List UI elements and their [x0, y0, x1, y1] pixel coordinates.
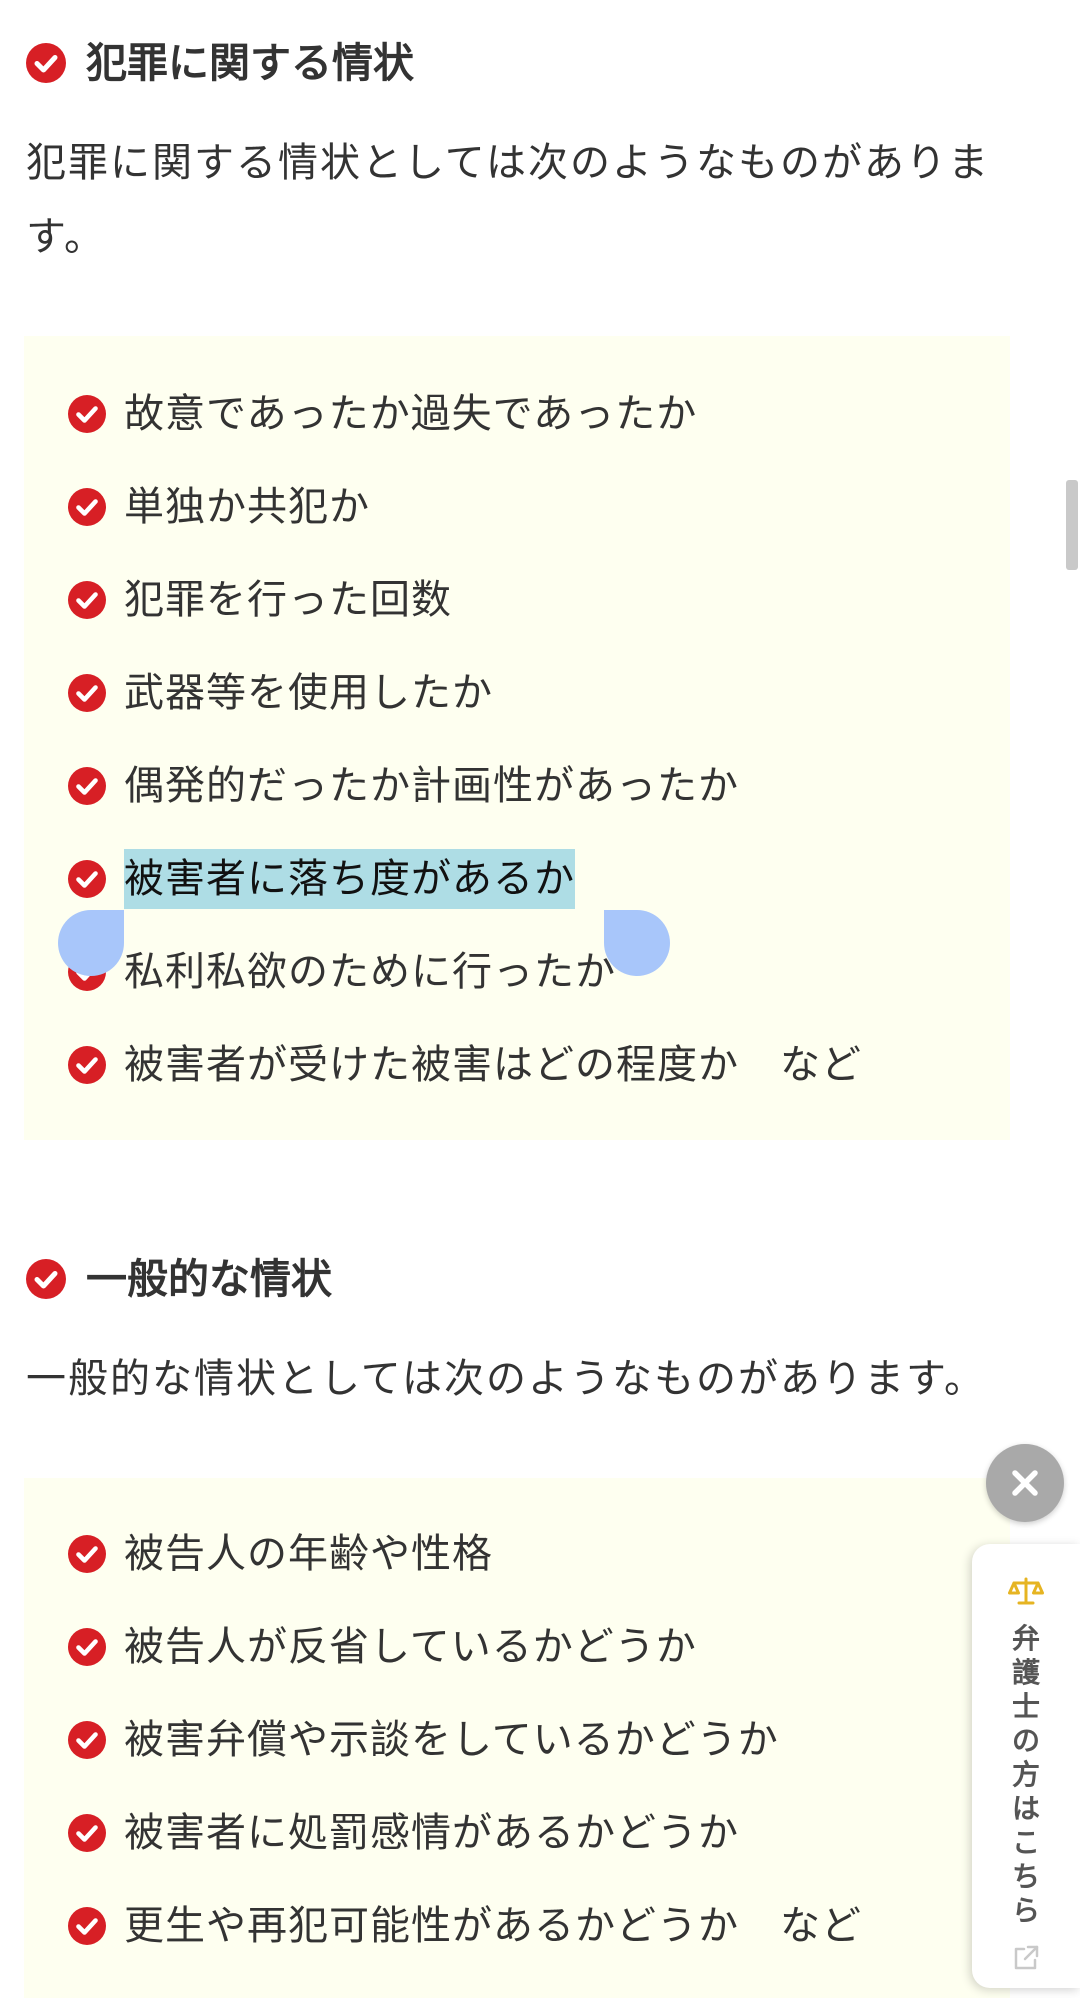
selection-start-handle[interactable] [58, 910, 124, 976]
check-circle-icon [68, 488, 106, 526]
list-item: 私利私欲のために行ったか [68, 942, 616, 1002]
check-circle-icon [68, 581, 106, 619]
list-item-label: 偶発的だったか計画性があったか [124, 763, 739, 809]
section-heading-title: 一般的な情状 [86, 1255, 332, 1303]
list-item-selected[interactable]: 被害者に落ち度があるか [68, 849, 575, 909]
section-heading-general: 一般的な情状 [26, 1254, 332, 1304]
selection-end-handle[interactable] [604, 910, 670, 976]
list-item-label: 被害者に処罰感情があるかどうか [124, 1810, 739, 1856]
check-circle-icon [68, 1046, 106, 1084]
check-circle-icon [68, 1721, 106, 1759]
list-item: 更生や再犯可能性があるかどうか など [68, 1896, 862, 1956]
check-circle-icon [68, 1814, 106, 1852]
section-intro: 一般的な情状としては次のようなものがあります。 [26, 1356, 986, 1402]
check-circle-icon [26, 1259, 66, 1299]
external-link-icon [1014, 1945, 1039, 1970]
list-item: 単独か共犯か [68, 477, 370, 537]
list-item: 被害者が受けた被害はどの程度か など [68, 1035, 862, 1095]
list-item: 犯罪を行った回数 [68, 570, 452, 630]
check-circle-icon [26, 43, 66, 83]
check-circle-icon [68, 860, 106, 898]
check-circle-icon [68, 395, 106, 433]
list-item: 偶発的だったか計画性があったか [68, 756, 739, 816]
list-item-label: 犯罪を行った回数 [124, 577, 452, 623]
list-item-label: 被告人の年齢や性格 [124, 1531, 493, 1577]
list-item: 被告人の年齢や性格 [68, 1524, 493, 1584]
scale-icon [1008, 1577, 1044, 1605]
scrollbar-thumb[interactable] [1066, 480, 1078, 570]
check-circle-icon [68, 674, 106, 712]
list-item-label: 武器等を使用したか [124, 670, 493, 716]
list-item: 故意であったか過失であったか [68, 384, 697, 444]
list-item-label: 私利私欲のために行ったか [124, 949, 616, 995]
close-icon [1012, 1470, 1038, 1496]
check-circle-icon [68, 1907, 106, 1945]
list-item-label: 被告人が反省しているかどうか [124, 1624, 697, 1670]
lawyer-side-tab[interactable]: 弁護士の方はこちら [972, 1544, 1080, 1988]
list-item-label: 被害弁償や示談をしているかどうか [124, 1717, 779, 1763]
close-button[interactable] [986, 1444, 1064, 1522]
list-item-label: 単独か共犯か [124, 484, 370, 530]
section-intro: 犯罪に関する情状としては次のようなものがあります。 [26, 140, 990, 260]
list-item-label: 更生や再犯可能性があるかどうか など [124, 1903, 862, 1949]
list-item: 被害者に処罰感情があるかどうか [68, 1803, 739, 1863]
list-item: 被害弁償や示談をしているかどうか [68, 1710, 779, 1770]
check-circle-icon [68, 1628, 106, 1666]
section-heading-crime: 犯罪に関する情状 [26, 38, 414, 88]
list-item: 武器等を使用したか [68, 663, 493, 723]
list-item: 被告人が反省しているかどうか [68, 1617, 697, 1677]
list-box-crime: 故意であったか過失であったか 単独か共犯か 犯罪を行った回数 武器等を使用したか… [24, 336, 1010, 1140]
section-heading-title: 犯罪に関する情状 [86, 39, 414, 87]
side-tab-label: 弁護士の方はこちら [1011, 1622, 1040, 1927]
list-box-general: 被告人の年齢や性格 被告人が反省しているかどうか 被害弁償や示談をしているかどう… [24, 1478, 1010, 1998]
check-circle-icon [68, 767, 106, 805]
check-circle-icon [68, 1535, 106, 1573]
list-item-label: 故意であったか過失であったか [124, 391, 698, 437]
selected-text[interactable]: 被害者に落ち度があるか [124, 849, 575, 909]
page: 犯罪に関する情状 犯罪に関する情状としては次のようなものがあります。 故意であっ… [0, 0, 1080, 1998]
list-item-label: 被害者が受けた被害はどの程度か など [124, 1042, 862, 1088]
